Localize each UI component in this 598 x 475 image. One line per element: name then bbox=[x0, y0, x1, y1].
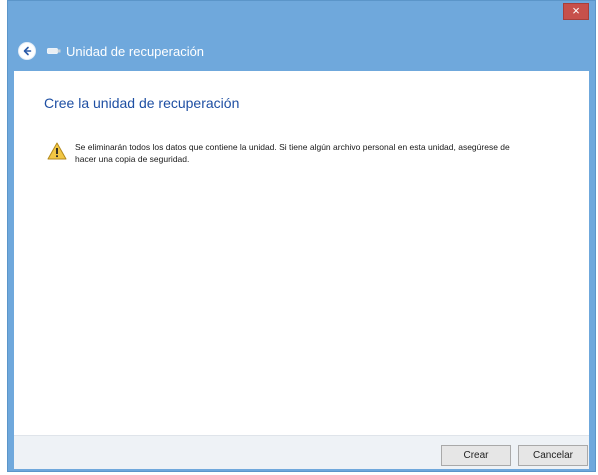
back-button[interactable] bbox=[18, 42, 36, 60]
back-arrow-icon bbox=[23, 46, 32, 56]
navigation-bar: Unidad de recuperación bbox=[8, 31, 595, 71]
close-icon: × bbox=[572, 3, 580, 18]
warning-icon bbox=[47, 142, 67, 160]
usb-drive-icon bbox=[46, 46, 62, 56]
main-content: Cree la unidad de recuperación Se elimin… bbox=[14, 71, 589, 435]
cancel-button[interactable]: Cancelar bbox=[518, 445, 588, 466]
nav-title: Unidad de recuperación bbox=[66, 43, 205, 59]
warning-text: Se eliminarán todos los datos que contie… bbox=[75, 142, 510, 164]
recovery-drive-window: × Unidad de recuperación Cree la unidad … bbox=[7, 0, 596, 472]
warning-message: Se eliminarán todos los datos que contie… bbox=[47, 141, 517, 165]
close-button[interactable]: × bbox=[563, 3, 589, 20]
button-bar: Crear Cancelar bbox=[14, 435, 589, 469]
create-button[interactable]: Crear bbox=[441, 445, 511, 466]
title-bar: × bbox=[8, 1, 595, 31]
page-title: Cree la unidad de recuperación bbox=[44, 95, 240, 111]
